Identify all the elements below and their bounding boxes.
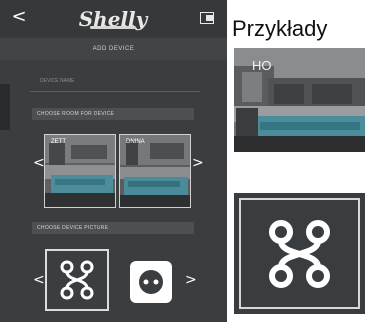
room-section-label: CHOOSE ROOM FOR DEVICE [32,108,194,120]
rooms-prev-arrow[interactable]: < [33,155,45,171]
room-label: ZETT [51,139,66,145]
room-card-1[interactable]: ZETT [44,134,116,208]
example-photo-label: HO [252,58,272,73]
network-node-icon [269,220,330,288]
device-name-input[interactable]: DEVICE NAME [30,70,200,92]
rooms-next-arrow[interactable]: > [192,155,204,171]
picture-section-label: CHOOSE DEVICE PICTURE [32,222,194,234]
pictures-prev-arrow[interactable]: < [33,272,45,288]
device-picture-option-selected[interactable] [45,249,109,311]
example-icon-frame [239,198,360,309]
bedroom-photo-2 [120,135,190,207]
logo-underline [90,26,136,29]
examples-title: Przykłady [232,16,328,41]
room-card-2[interactable]: DNINA [119,134,191,208]
room-label: DNINA [126,139,145,145]
side-drawer-handle[interactable] [0,84,10,130]
shelly-logo: Shelly [78,7,148,31]
top-bar: < Shelly [0,0,227,38]
example-room-photo: HO [234,48,365,152]
pictures-next-arrow[interactable]: > [185,272,197,288]
example-icon-preview [234,193,365,314]
phone-screen: < Shelly ADD DEVICE DEVICE NAME CHOOSE R… [0,0,227,322]
network-node-icon [60,260,94,300]
screen-title: ADD DEVICE [92,46,135,52]
bedroom-photo-1 [45,135,115,207]
power-socket-icon[interactable] [126,257,176,307]
back-button[interactable]: < [10,6,28,28]
fullscreen-toggle-icon[interactable] [200,12,214,24]
